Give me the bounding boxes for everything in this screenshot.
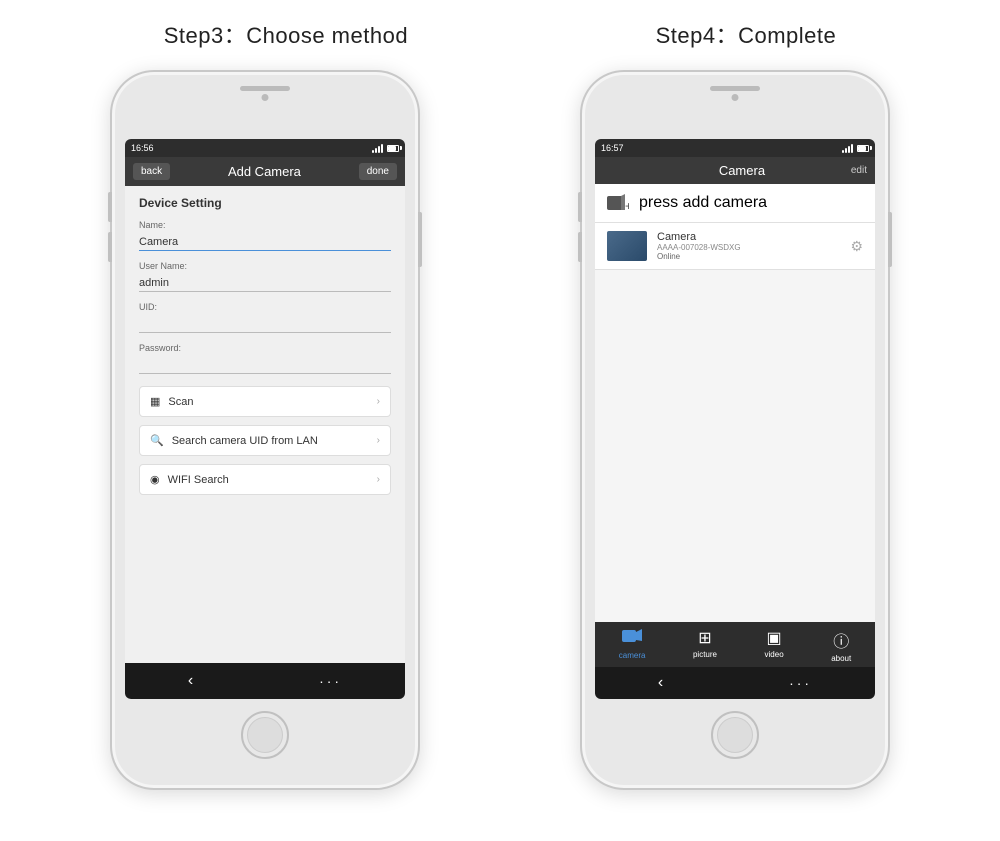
phone1-vol-down [108, 232, 112, 262]
uid-row: UID: [139, 302, 391, 333]
video-tab-icon: ▣ [767, 628, 782, 648]
phone2-time: 16:57 [601, 143, 624, 153]
back-button[interactable]: back [133, 163, 170, 180]
phone1-navbar: back Add Camera done [125, 157, 405, 186]
phone1-bottom-bar: ‹ ··· [125, 663, 405, 699]
phone1-back-arrow[interactable]: ‹ [188, 672, 193, 690]
phone1-dots: ··· [319, 673, 342, 689]
phone1-content: Device Setting Name: User Name: UID: [125, 186, 405, 513]
scan-label: Scan [168, 396, 193, 408]
phone2-bottom-bar: ‹ ··· [595, 667, 875, 699]
name-input[interactable] [139, 234, 391, 251]
picture-tab-label: picture [693, 650, 717, 659]
phone1-time: 16:56 [131, 143, 154, 153]
phone2-vol-up [578, 192, 582, 222]
phone2-status-icons [842, 144, 869, 153]
add-camera-row[interactable]: + press add camera [595, 184, 875, 223]
phone2-power [888, 212, 892, 267]
phone2-battery-icon [857, 145, 869, 152]
search-lan-label: Search camera UID from LAN [172, 435, 318, 447]
camera-info: Camera AAAA-007028-WSDXG Online [657, 231, 850, 261]
password-row: Password: [139, 343, 391, 374]
picture-tab-icon: ⊞ [698, 628, 711, 648]
phone2-speaker [710, 86, 760, 91]
step4-title: Step4：Complete [656, 18, 837, 50]
wifi-icon: ◉ [150, 473, 160, 486]
name-row: Name: [139, 220, 391, 251]
uid-label: UID: [139, 302, 391, 312]
name-label: Name: [139, 220, 391, 230]
video-tab-label: video [765, 650, 784, 659]
search-chevron: › [377, 435, 380, 446]
phone1-status-bar: 16:56 [125, 139, 405, 157]
phone2-status-bar: 16:57 [595, 139, 875, 157]
edit-button[interactable]: edit [851, 165, 867, 176]
add-camera-text: press add camera [639, 194, 767, 212]
camera-uid: AAAA-007028-WSDXG [657, 243, 850, 252]
camera-status: Online [657, 252, 850, 261]
phone1-vol-up [108, 192, 112, 222]
tab-about[interactable]: ⓘ about [831, 628, 851, 663]
phone2-dots: ··· [789, 675, 812, 691]
wifi-label: WIFI Search [168, 474, 229, 486]
phone1-status-icons [372, 144, 399, 153]
search-icon: 🔍 [150, 434, 164, 447]
phone1-power [418, 212, 422, 267]
phone1-home-button[interactable] [241, 711, 289, 759]
phone1: 16:56 back [110, 70, 420, 790]
device-setting-title: Device Setting [139, 196, 391, 210]
phone2-navbar: Camera edit [595, 157, 875, 184]
phone1-speaker [240, 86, 290, 91]
camera-settings-icon[interactable]: ⚙ [850, 238, 863, 255]
phone2-back-arrow[interactable]: ‹ [658, 674, 663, 692]
camera-tab-label: camera [619, 651, 646, 660]
tab-bar: camera ⊞ picture ▣ video ⓘ about [595, 622, 875, 667]
password-label: Password: [139, 343, 391, 353]
scan-icon: ▦ [150, 395, 160, 408]
step3-title: Step3：Choose method [164, 18, 408, 50]
add-camera-title: Add Camera [228, 164, 301, 179]
wifi-chevron: › [377, 474, 380, 485]
phone2-home-button[interactable] [711, 711, 759, 759]
done-button[interactable]: done [359, 163, 397, 180]
camera-name: Camera [657, 231, 850, 243]
scan-chevron: › [377, 396, 380, 407]
phone1-signal [372, 144, 383, 153]
phone2: 16:57 [580, 70, 890, 790]
search-lan-button[interactable]: 🔍 Search camera UID from LAN › [139, 425, 391, 456]
phone2-vol-down [578, 232, 582, 262]
phone1-screen: 16:56 back [125, 139, 405, 699]
tab-camera[interactable]: camera [619, 628, 646, 663]
phone1-camera [262, 94, 269, 101]
phone2-camera [732, 94, 739, 101]
username-row: User Name: [139, 261, 391, 292]
uid-input[interactable] [139, 316, 391, 333]
username-input[interactable] [139, 275, 391, 292]
camera-list-item[interactable]: Camera AAAA-007028-WSDXG Online ⚙ [595, 223, 875, 270]
svg-text:+: + [625, 199, 629, 212]
tab-video[interactable]: ▣ video [765, 628, 784, 663]
scan-button[interactable]: ▦ Scan › [139, 386, 391, 417]
add-camera-icon: + [607, 194, 629, 212]
wifi-search-button[interactable]: ◉ WIFI Search › [139, 464, 391, 495]
about-tab-label: about [831, 654, 851, 663]
camera-thumbnail [607, 231, 647, 261]
camera-tab-icon [622, 628, 642, 649]
phone2-screen: 16:57 [595, 139, 875, 699]
about-tab-icon: ⓘ [833, 628, 849, 652]
phone1-battery-icon [387, 145, 399, 152]
username-label: User Name: [139, 261, 391, 271]
camera-list-title: Camera [719, 163, 765, 178]
tab-picture[interactable]: ⊞ picture [693, 628, 717, 663]
phone2-signal [842, 144, 853, 153]
password-input[interactable] [139, 357, 391, 374]
